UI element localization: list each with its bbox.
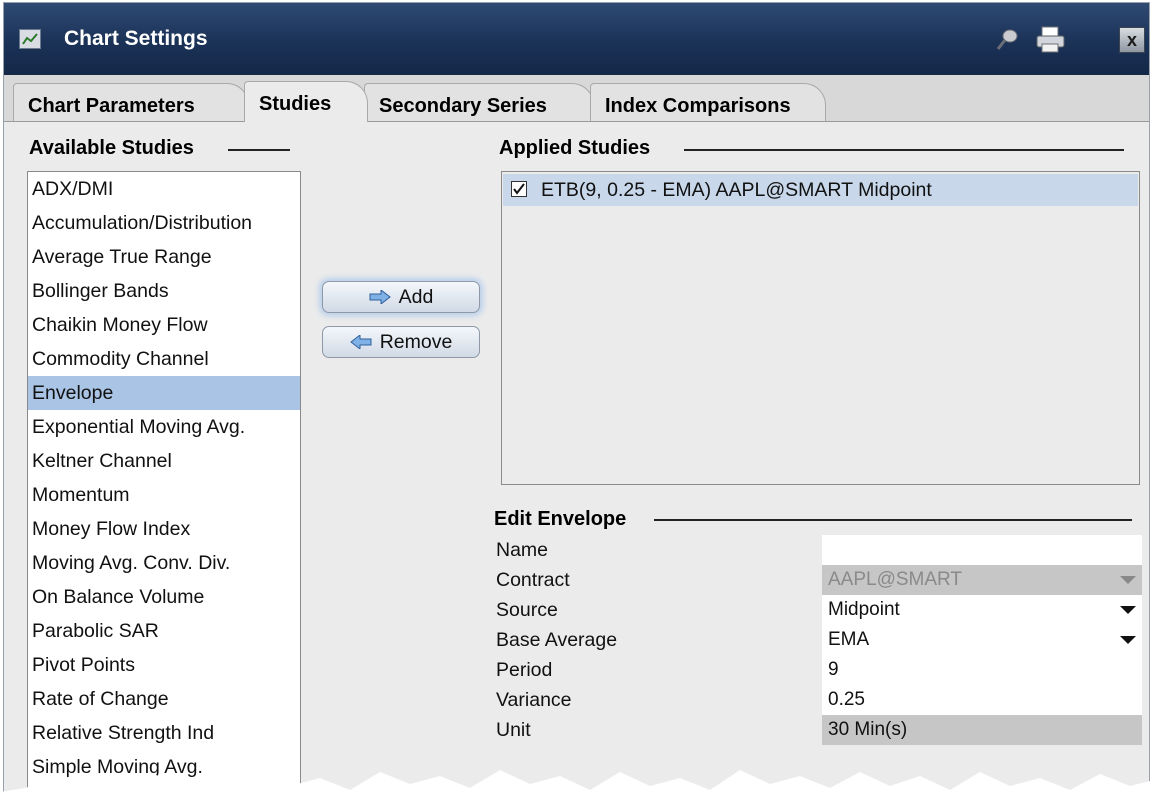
torn-edge (0, 770, 1154, 811)
tab-studies[interactable]: Studies (244, 81, 368, 122)
